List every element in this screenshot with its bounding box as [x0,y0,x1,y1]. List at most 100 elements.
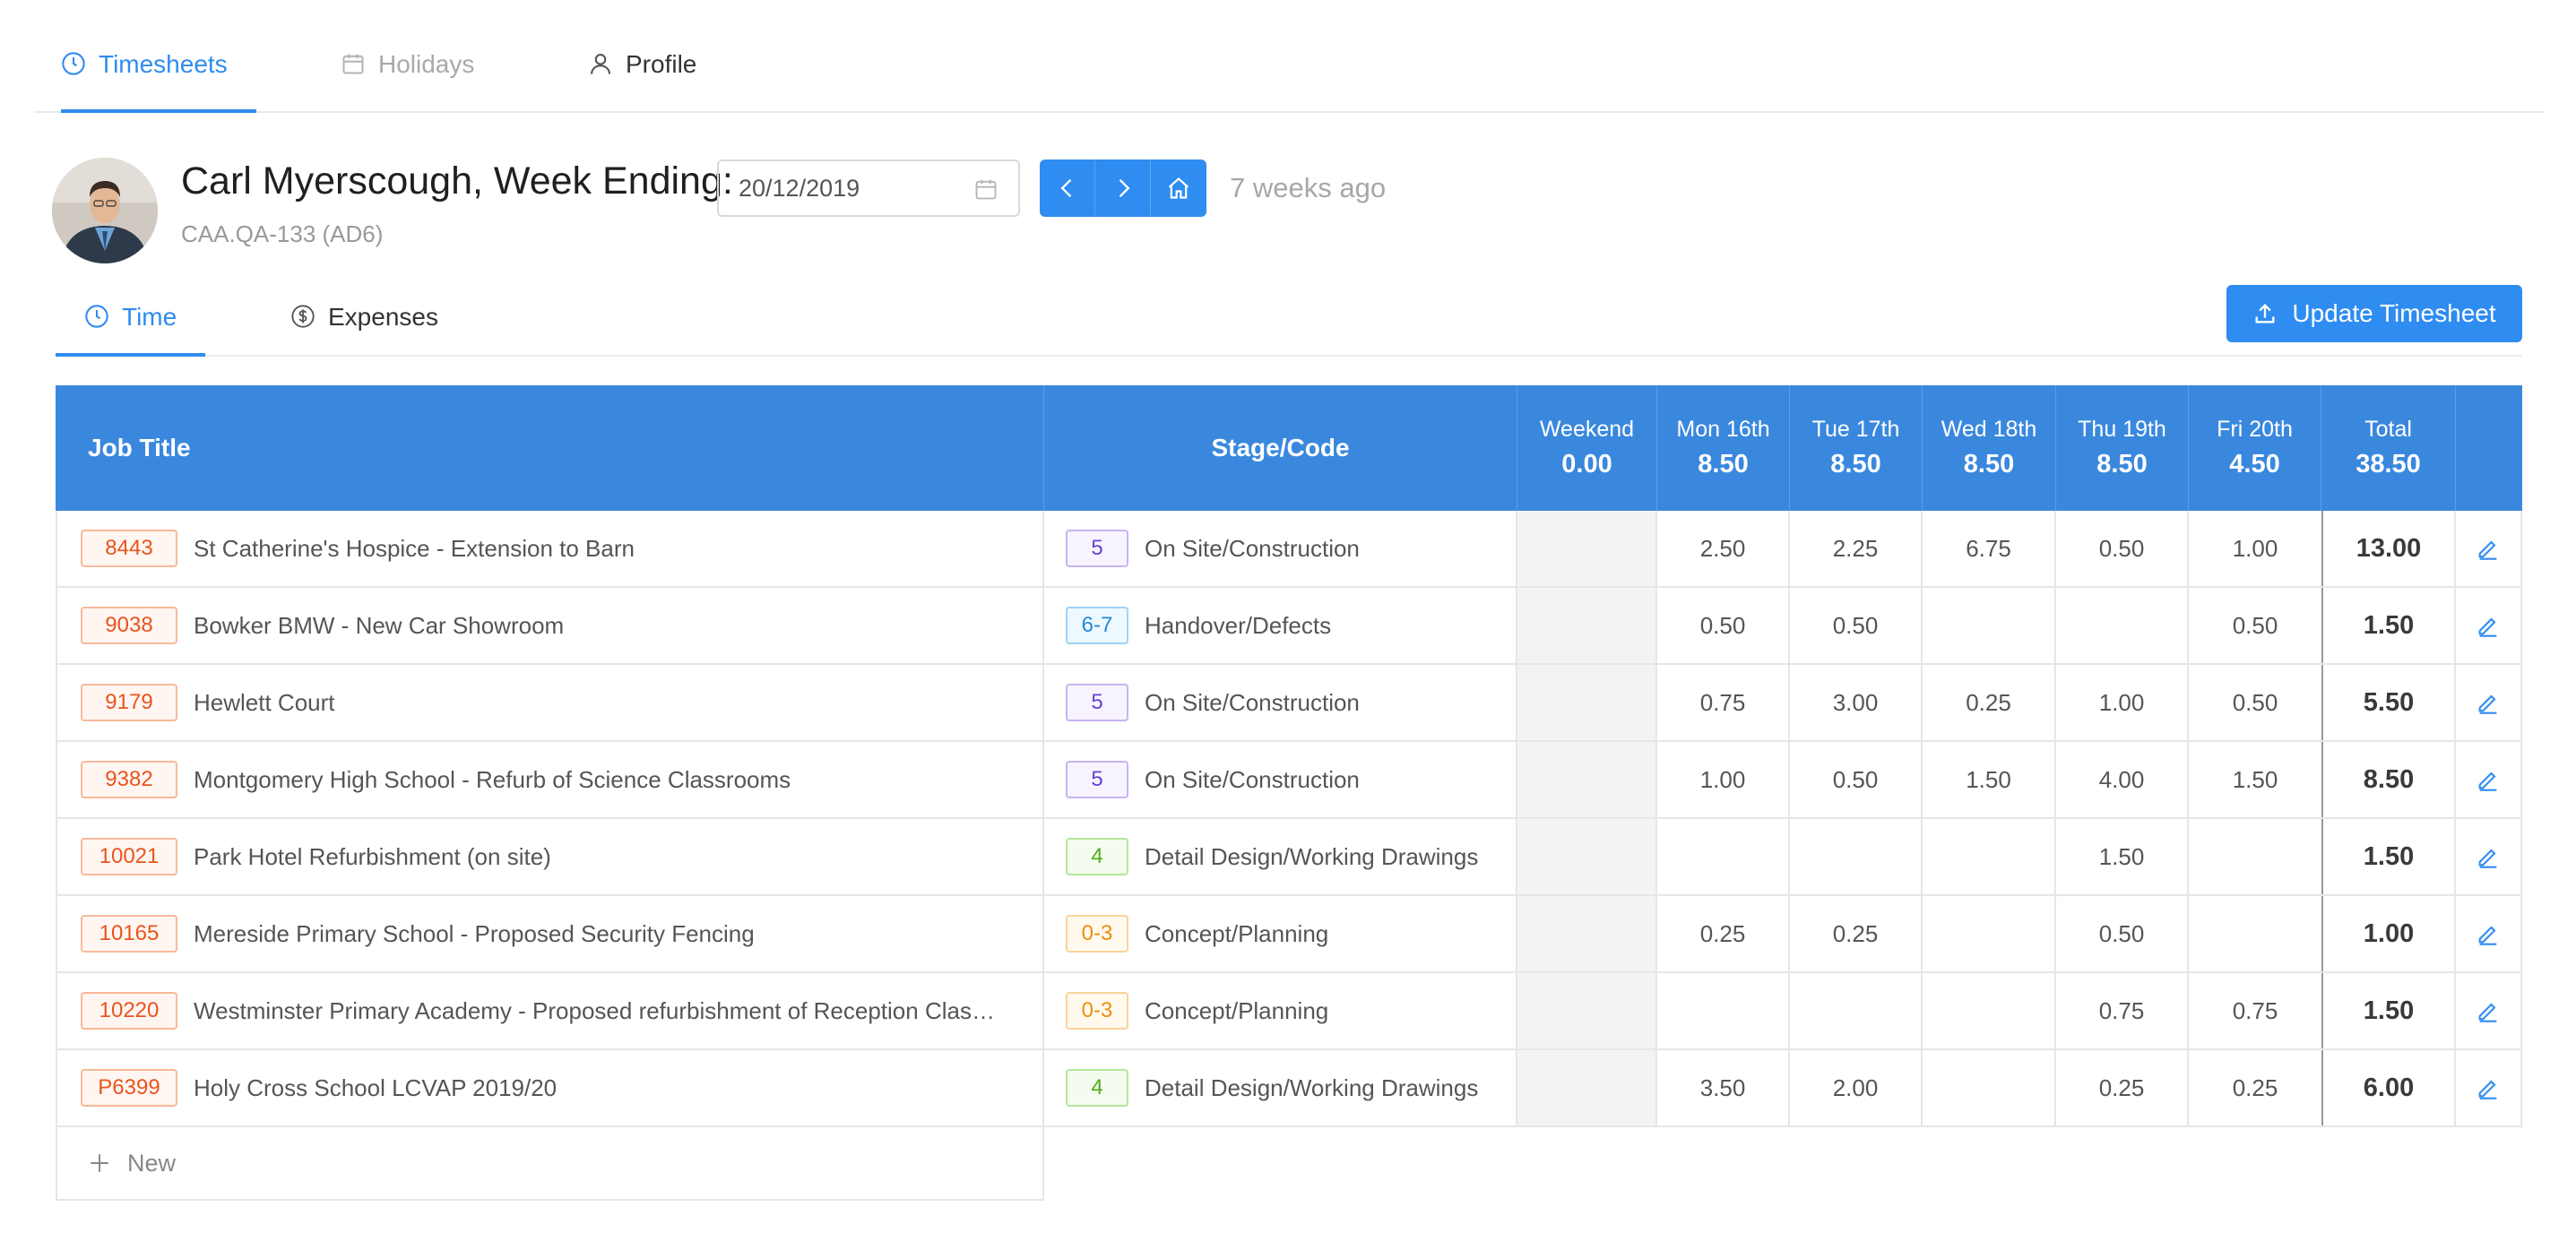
thu-hours-cell[interactable] [2056,588,2189,663]
edit-row-button[interactable] [2456,819,2522,894]
table-row[interactable]: P6399 Holy Cross School LCVAP 2019/20 4 De… [56,1050,2522,1127]
table-row[interactable]: 9038 Bowker BMW - New Car Showroom 6-7 Han… [56,588,2522,665]
mon-hours-cell[interactable]: 1.00 [1657,742,1790,817]
fri-hours-cell[interactable]: 0.50 [2189,665,2321,740]
tue-hours-cell[interactable]: 3.00 [1790,665,1923,740]
wed-hours-cell[interactable]: 6.75 [1923,511,2056,586]
tue-hours-cell[interactable]: 2.00 [1790,1050,1923,1125]
row-total: 8.50 [2321,742,2456,817]
week-navigation [1040,160,1206,217]
edit-row-button[interactable] [2456,896,2522,971]
weekend-hours-cell[interactable] [1517,588,1657,663]
table-row[interactable]: 9179 Hewlett Court 5 On Site/Construction … [56,665,2522,742]
mon-hours-cell[interactable] [1657,819,1790,894]
job-title: Montgomery High School - Refurb of Scien… [194,765,791,793]
weekend-hours-cell[interactable] [1517,665,1657,740]
fri-hours-cell[interactable]: 0.50 [2189,588,2321,663]
edit-row-button[interactable] [2456,665,2522,740]
edit-row-button[interactable] [2456,1050,2522,1125]
tab-expenses-label: Expenses [328,303,438,331]
wed-hours-cell[interactable]: 1.50 [1923,742,2056,817]
pencil-icon [2478,1080,2497,1099]
wed-hours-cell[interactable] [1923,588,2056,663]
stage-cell: 5 On Site/Construction [1044,665,1517,740]
wed-hours-cell[interactable] [1923,1050,2056,1125]
tab-time[interactable]: Time [56,303,206,357]
day-label: Tue 17th [1811,417,1900,442]
job-cell: 10165 Mereside Primary School - Proposed … [56,896,1044,971]
tab-holidays[interactable]: Holidays [341,50,474,113]
day-label: Mon 16th [1676,417,1770,442]
edit-row-button[interactable] [2456,742,2522,817]
table-row[interactable]: 9382 Montgomery High School - Refurb of S… [56,742,2522,819]
fri-hours-cell[interactable]: 0.75 [2189,973,2321,1048]
weekend-hours-cell[interactable] [1517,511,1657,586]
mon-hours-cell[interactable]: 2.50 [1657,511,1790,586]
fri-hours-cell[interactable]: 1.00 [2189,511,2321,586]
sub-tab-bar: Time Expenses [56,287,2522,357]
current-week-button[interactable] [1151,160,1206,217]
dollar-icon [291,305,315,328]
job-number-badge: P6399 [81,1069,177,1107]
thu-hours-cell[interactable]: 0.50 [2056,511,2189,586]
job-number-badge: 10021 [81,838,177,875]
tue-hours-cell[interactable]: 2.25 [1790,511,1923,586]
fri-hours-cell[interactable]: 0.25 [2189,1050,2321,1125]
employee-code: CAA.QA-133 (AD6) [181,220,384,247]
relative-time: 7 weeks ago [1230,172,1387,203]
next-week-button[interactable] [1095,160,1151,217]
wed-hours-cell[interactable] [1923,819,2056,894]
wed-hours-cell[interactable] [1923,973,2056,1048]
edit-row-button[interactable] [2456,588,2522,663]
stage-cell: 5 On Site/Construction [1044,742,1517,817]
add-new-label: New [127,1149,177,1177]
table-row[interactable]: 10021 Park Hotel Refurbishment (on site) … [56,819,2522,896]
mon-hours-cell[interactable]: 0.50 [1657,588,1790,663]
job-cell: 9038 Bowker BMW - New Car Showroom [56,588,1044,663]
column-header-stage-code: Stage/Code [1044,385,1517,511]
stage-badge: 5 [1066,530,1128,567]
fri-hours-cell[interactable]: 1.50 [2189,742,2321,817]
thu-hours-cell[interactable]: 1.50 [2056,819,2189,894]
wed-hours-cell[interactable] [1923,896,2056,971]
weekend-hours-cell[interactable] [1517,742,1657,817]
weekend-hours-cell[interactable] [1517,896,1657,971]
mon-hours-cell[interactable]: 0.25 [1657,896,1790,971]
tue-hours-cell[interactable]: 0.25 [1790,896,1923,971]
update-timesheet-button[interactable]: Update Timesheet [2226,285,2522,342]
tue-hours-cell[interactable]: 0.50 [1790,588,1923,663]
fri-hours-cell[interactable] [2189,819,2321,894]
weekend-hours-cell[interactable] [1517,973,1657,1048]
thu-hours-cell[interactable]: 0.50 [2056,896,2189,971]
wed-hours-cell[interactable]: 0.25 [1923,665,2056,740]
job-title: Bowker BMW - New Car Showroom [194,611,565,639]
thu-hours-cell[interactable]: 0.75 [2056,973,2189,1048]
table-row[interactable]: 10220 Westminster Primary Academy - Propo… [56,973,2522,1050]
fri-hours-cell[interactable] [2189,896,2321,971]
thu-hours-cell[interactable]: 0.25 [2056,1050,2189,1125]
stage-cell: 4 Detail Design/Working Drawings [1044,819,1517,894]
tab-timesheets[interactable]: Timesheets [61,50,256,113]
add-new-row-button[interactable]: New [56,1127,1044,1201]
mon-hours-cell[interactable]: 0.75 [1657,665,1790,740]
total-label: Total [2364,417,2412,442]
thu-hours-cell[interactable]: 1.00 [2056,665,2189,740]
table-row[interactable]: 10165 Mereside Primary School - Proposed … [56,896,2522,973]
weekend-hours-cell[interactable] [1517,1050,1657,1125]
tue-hours-cell[interactable]: 0.50 [1790,742,1923,817]
thu-hours-cell[interactable]: 4.00 [2056,742,2189,817]
column-header-job-title-label: Job Title [88,434,191,461]
previous-week-button[interactable] [1040,160,1095,217]
edit-row-button[interactable] [2456,973,2522,1048]
edit-row-button[interactable] [2456,511,2522,586]
week-ending-date-field[interactable]: 20/12/2019 [717,160,1020,217]
mon-hours-cell[interactable] [1657,973,1790,1048]
weekend-hours-cell[interactable] [1517,819,1657,894]
tab-profile[interactable]: Profile [588,50,696,113]
calendar-icon[interactable] [973,177,998,202]
mon-hours-cell[interactable]: 3.50 [1657,1050,1790,1125]
table-row[interactable]: 8443 St Catherine's Hospice - Extension t… [56,511,2522,588]
tab-expenses[interactable]: Expenses [290,303,438,357]
tue-hours-cell[interactable] [1790,819,1923,894]
tue-hours-cell[interactable] [1790,973,1923,1048]
